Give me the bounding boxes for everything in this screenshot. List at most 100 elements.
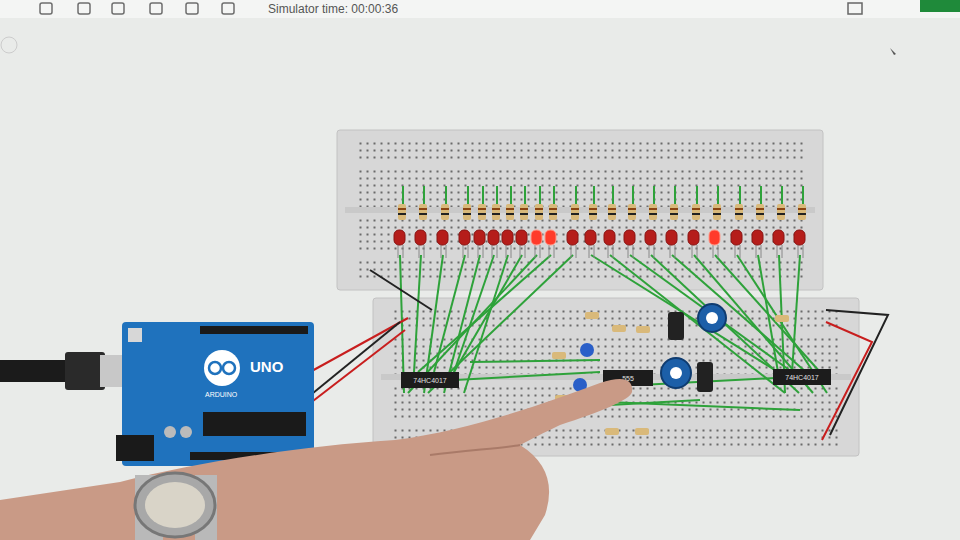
ic-chip[interactable]: 74HC4017 <box>401 372 459 388</box>
top-breadboard[interactable] <box>337 130 823 290</box>
resistor[interactable] <box>635 428 649 435</box>
led-group[interactable] <box>585 204 597 258</box>
led-group[interactable] <box>688 204 700 258</box>
wire[interactable] <box>696 186 698 205</box>
wire[interactable] <box>482 186 484 205</box>
toolbar-tool-icon[interactable] <box>150 3 162 14</box>
toolbar-tool-icon[interactable] <box>186 3 198 14</box>
wire[interactable] <box>524 186 526 205</box>
led-group[interactable] <box>502 204 514 258</box>
resistor[interactable] <box>775 315 789 322</box>
led[interactable] <box>502 230 513 245</box>
led-group[interactable] <box>645 204 657 258</box>
led[interactable] <box>773 230 784 245</box>
wire[interactable] <box>539 186 541 205</box>
led[interactable] <box>415 230 426 245</box>
wire[interactable] <box>758 255 778 372</box>
led-group[interactable] <box>545 204 557 258</box>
led-group[interactable] <box>394 204 406 258</box>
wire[interactable] <box>792 255 800 372</box>
wire[interactable] <box>510 186 512 205</box>
wire[interactable] <box>553 186 555 205</box>
power-wire[interactable] <box>310 318 408 372</box>
wire[interactable] <box>467 186 469 205</box>
wire[interactable] <box>717 186 719 205</box>
wire[interactable] <box>674 186 676 205</box>
led[interactable] <box>488 230 499 245</box>
led-group[interactable] <box>794 204 806 258</box>
ceramic-capacitor[interactable] <box>580 343 594 357</box>
reset-button[interactable] <box>128 328 142 342</box>
led[interactable] <box>459 230 470 245</box>
led-group[interactable] <box>415 204 427 258</box>
arduino-uno[interactable]: UNOARDUINO <box>116 322 314 466</box>
toolbar-tool-icon[interactable] <box>40 3 52 14</box>
led[interactable] <box>545 230 556 245</box>
led[interactable] <box>688 230 699 245</box>
led[interactable] <box>567 230 578 245</box>
power-wire[interactable] <box>822 322 872 440</box>
led-group[interactable] <box>709 204 721 258</box>
wire[interactable] <box>802 186 804 205</box>
led[interactable] <box>752 230 763 245</box>
led-group[interactable] <box>773 204 785 258</box>
wire[interactable] <box>402 186 404 205</box>
led[interactable] <box>394 230 405 245</box>
ic-chip[interactable]: 74HC4017 <box>773 369 831 385</box>
resistor[interactable] <box>612 325 626 332</box>
wire[interactable] <box>423 186 425 205</box>
capacitor[interactable] <box>668 312 684 340</box>
led-group[interactable] <box>752 204 764 258</box>
wire[interactable] <box>445 186 447 205</box>
led-group[interactable] <box>474 204 486 258</box>
wire[interactable] <box>470 360 600 362</box>
led-group[interactable] <box>459 204 471 258</box>
led-group[interactable] <box>437 204 449 258</box>
toolbar-tool-icon[interactable] <box>222 3 234 14</box>
led[interactable] <box>666 230 677 245</box>
led[interactable] <box>731 230 742 245</box>
led-group[interactable] <box>604 204 616 258</box>
resistor[interactable] <box>636 326 650 333</box>
wire[interactable] <box>575 186 577 205</box>
led[interactable] <box>516 230 527 245</box>
led-group[interactable] <box>666 204 678 258</box>
led-group[interactable] <box>624 204 636 258</box>
ground-wire[interactable] <box>370 270 432 310</box>
wire[interactable] <box>781 186 783 205</box>
wire[interactable] <box>496 186 498 205</box>
capacitor[interactable] <box>697 362 713 392</box>
toolbar-tool-icon[interactable] <box>78 3 90 14</box>
wire[interactable] <box>593 186 595 205</box>
led[interactable] <box>474 230 485 245</box>
wire[interactable] <box>715 255 820 372</box>
led[interactable] <box>531 230 542 245</box>
wire[interactable] <box>760 186 762 205</box>
led[interactable] <box>585 230 596 245</box>
wire[interactable] <box>414 255 421 372</box>
led-group[interactable] <box>488 204 500 258</box>
toolbar-tool-icon[interactable] <box>112 3 124 14</box>
led[interactable] <box>709 230 720 245</box>
wire[interactable] <box>610 400 700 405</box>
potentiometer[interactable] <box>661 358 691 388</box>
led-group[interactable] <box>516 204 528 258</box>
led[interactable] <box>604 230 615 245</box>
wire[interactable] <box>653 186 655 205</box>
code-icon[interactable] <box>848 3 862 14</box>
start-simulation-button[interactable] <box>920 0 960 12</box>
simulator-canvas[interactable]: Simulator time: 00:00:3674HC401755574HC4… <box>0 0 960 540</box>
wire[interactable] <box>739 186 741 205</box>
wire[interactable] <box>672 255 806 372</box>
resistor[interactable] <box>585 312 599 319</box>
wire[interactable] <box>418 255 551 372</box>
wire[interactable] <box>630 255 792 372</box>
zoom-home-icon[interactable] <box>1 37 17 53</box>
led-group[interactable] <box>731 204 743 258</box>
resistor[interactable] <box>552 352 566 359</box>
led-group[interactable] <box>531 204 543 258</box>
wire[interactable] <box>612 186 614 205</box>
potentiometer[interactable] <box>698 304 726 332</box>
led[interactable] <box>645 230 656 245</box>
wire[interactable] <box>632 186 634 205</box>
